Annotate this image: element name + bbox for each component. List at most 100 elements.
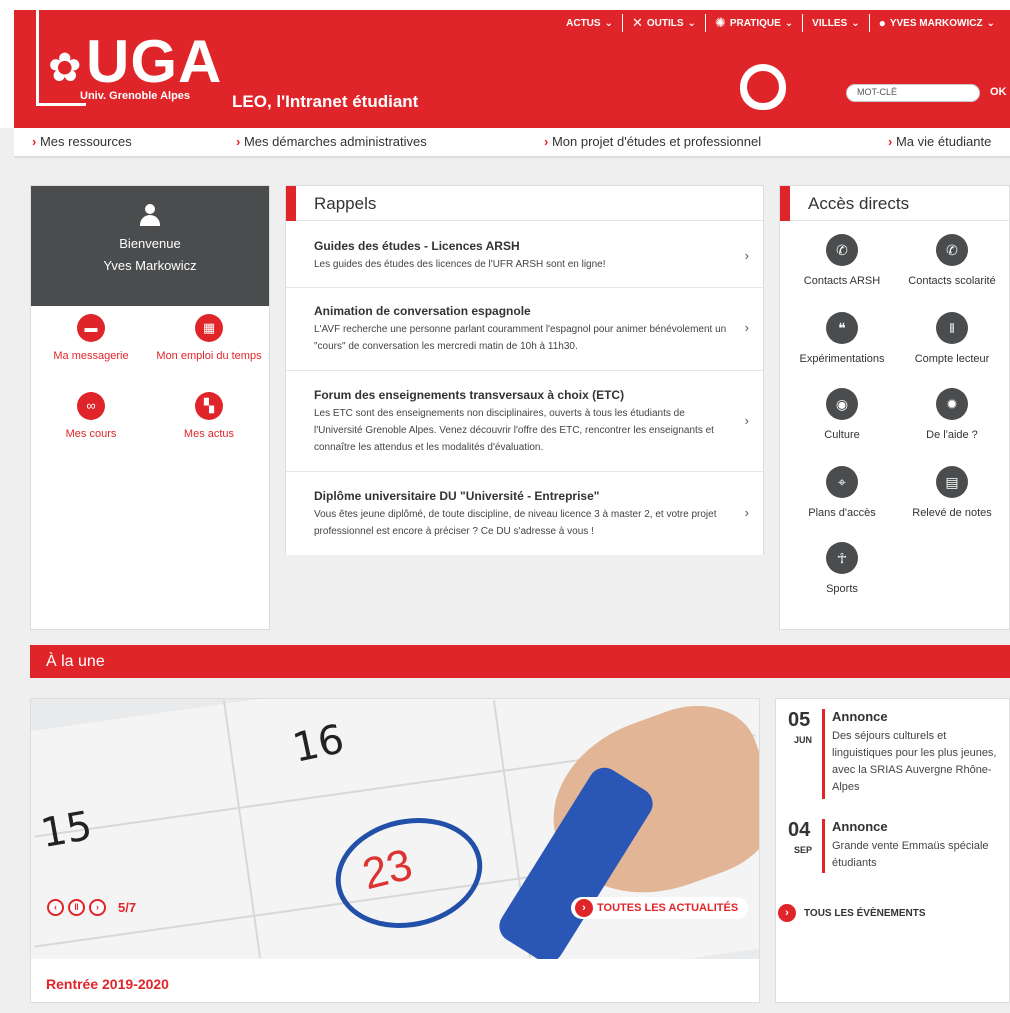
link-icon: ∞: [77, 392, 105, 420]
search-ok-button[interactable]: OK: [990, 86, 1007, 98]
rappel-item[interactable]: Diplôme universitaire DU "Université - E…: [286, 472, 763, 555]
topnav-outils-label: OUTILS: [646, 17, 684, 29]
rappel-item[interactable]: Animation de conversation espagnole L'AV…: [286, 288, 763, 371]
site-title[interactable]: LEO, l'Intranet étudiant: [232, 92, 418, 112]
event-desc: Grande vente Emmaüs spéciale étudiants: [832, 840, 989, 869]
shortcut-emploi-du-temps[interactable]: ▦ Mon emploi du temps: [149, 314, 269, 362]
top-nav: ACTUS ⌄ ✕ OUTILS ⌄ ✺ PRATIQUE ⌄ VILLES ⌄ ● YVES…: [557, 14, 1004, 32]
phone-icon: ✆: [826, 234, 858, 266]
topnav-pratique[interactable]: ✺ PRATIQUE ⌄: [706, 14, 804, 32]
topnav-villes-label: VILLES: [812, 17, 848, 29]
acces-contacts-scolarite[interactable]: ✆ Contacts scolarité: [894, 234, 1009, 287]
a-la-une-bar: À la une: [30, 645, 1010, 678]
acces-label: Plans d'accès: [808, 507, 876, 519]
rappel-desc: Vous êtes jeune diplômé, de toute discip…: [314, 509, 717, 537]
user-name: Yves Markowicz: [103, 258, 197, 273]
user-welcome: Bienvenue Yves Markowicz: [31, 186, 269, 306]
acces-label: Expérimentations: [799, 353, 885, 365]
nav-vie-etudiante[interactable]: › Ma vie étudiante: [888, 134, 991, 149]
sun-icon: ✺: [714, 15, 726, 30]
shortcut-actus[interactable]: ▚ Mes actus: [149, 392, 269, 440]
acces-experimentations[interactable]: ❝ Expérimentations: [784, 312, 900, 365]
acces-label: Culture: [824, 429, 860, 441]
chevron-right-icon: ›: [236, 134, 241, 149]
rappel-item[interactable]: Forum des enseignements transversaux à c…: [286, 371, 763, 472]
nav-label: Mes démarches administratives: [243, 134, 427, 149]
topnav-villes[interactable]: VILLES ⌄: [803, 14, 870, 32]
nav-mes-ressources[interactable]: › Mes ressources: [32, 134, 132, 149]
user-icon: ●: [878, 16, 886, 30]
rappel-item[interactable]: Guides des études - Licences ARSH Les gu…: [286, 221, 763, 288]
pause-icon[interactable]: ‖: [68, 899, 85, 916]
acces-plans[interactable]: ⌖ Plans d'accès: [784, 466, 900, 519]
acces-directs-panel: Accès directs ✆ Contacts ARSH ✆ Contacts s…: [779, 185, 1010, 630]
slide-counter: 5/7: [118, 900, 137, 915]
rappel-desc: Les ETC sont des enseignements non disci…: [314, 408, 714, 453]
eye-icon: ◉: [826, 388, 858, 420]
logo-text: UGA: [86, 28, 223, 95]
rappel-title: Forum des enseignements transversaux à c…: [314, 388, 625, 402]
shortcut-messagerie[interactable]: ▬ Ma messagerie: [31, 314, 151, 362]
acces-culture[interactable]: ◉ Culture: [784, 388, 900, 441]
calendar-icon: ▦: [195, 314, 223, 342]
chevron-right-icon: ›: [32, 134, 37, 149]
welcome-text: Bienvenue: [119, 236, 181, 251]
tous-evenements-link[interactable]: › TOUS LES ÉVÈNEMENTS: [778, 904, 926, 922]
nav-demarches[interactable]: › Mes démarches administratives: [236, 134, 427, 149]
event-item[interactable]: 05 JUN Annonce Des séjours culturels et …: [776, 709, 1009, 809]
chevron-down-icon: ⌄: [784, 17, 794, 29]
topnav-outils[interactable]: ✕ OUTILS ⌄: [623, 14, 706, 32]
acces-label: Contacts scolarité: [908, 275, 996, 287]
acces-compte-lecteur[interactable]: ‖ Compte lecteur: [894, 312, 1009, 365]
topnav-user-label: YVES MARKOWICZ: [889, 17, 983, 29]
nav-projet[interactable]: › Mon projet d'études et professionnel: [544, 134, 761, 149]
acces-label: Compte lecteur: [914, 353, 990, 365]
acces-label: Sports: [826, 583, 858, 595]
event-month: SEP: [793, 845, 812, 855]
phone-icon: ✆: [936, 234, 968, 266]
tous-evenements-label: TOUS LES ÉVÈNEMENTS: [804, 907, 926, 919]
nav-label: Ma vie étudiante: [895, 134, 992, 149]
shortcut-cours[interactable]: ∞ Mes cours: [31, 392, 151, 440]
slider-controls: ‹ ‖ › 5/7: [47, 899, 136, 916]
event-item[interactable]: 04 SEP Annonce Grande vente Emmaüs spéci…: [776, 819, 1009, 879]
chevron-right-icon: ›: [744, 248, 749, 263]
chevron-down-icon: ⌄: [687, 17, 696, 29]
message-icon: ▬: [77, 314, 105, 342]
chevron-right-icon: ›: [744, 413, 749, 428]
chevron-right-icon: ›: [888, 134, 893, 149]
rappel-title: Animation de conversation espagnole: [314, 304, 531, 318]
nav-label: Mes ressources: [39, 134, 132, 149]
calendar-photo[interactable]: 16 15 23: [31, 699, 759, 959]
acces-sports[interactable]: ☥ Sports: [784, 542, 900, 595]
prev-icon[interactable]: ‹: [47, 899, 64, 916]
acces-title: Accès directs: [808, 194, 910, 213]
topnav-pratique-label: PRATIQUE: [729, 17, 781, 29]
search-input[interactable]: MOT-CLÉ: [846, 84, 980, 102]
main-nav: › Mes ressources › Mes démarches adminis…: [14, 128, 1010, 158]
chevron-right-icon: ›: [575, 899, 593, 917]
chevron-right-icon: ›: [544, 134, 549, 149]
toutes-actualites-button[interactable]: › TOUTES LES ACTUALITÉS: [571, 897, 749, 919]
shortcut-label: Mes actus: [183, 428, 235, 440]
shortcut-label: Mes cours: [65, 428, 117, 440]
acces-releve-notes[interactable]: ▤ Relevé de notes: [894, 466, 1009, 519]
toutes-label: TOUTES LES ACTUALITÉS: [597, 902, 739, 914]
event-day: 04: [788, 819, 811, 841]
shortcut-label: Mon emploi du temps: [156, 350, 262, 362]
acces-aide[interactable]: ✹ De l'aide ?: [894, 388, 1009, 441]
nav-label: Mon projet d'études et professionnel: [551, 134, 762, 149]
featured-title[interactable]: Rentrée 2019-2020: [46, 976, 169, 992]
acces-contacts-arsh[interactable]: ✆ Contacts ARSH: [784, 234, 900, 287]
next-icon[interactable]: ›: [89, 899, 106, 916]
topnav-actus[interactable]: ACTUS ⌄: [557, 14, 623, 32]
chevron-down-icon: ⌄: [986, 17, 995, 29]
topnav-user[interactable]: ● YVES MARKOWICZ ⌄: [870, 14, 1004, 32]
logo-subtitle: Univ. Grenoble Alpes: [80, 90, 191, 102]
event-desc: Des séjours culturels et linguistiques p…: [832, 730, 997, 793]
uga-logo[interactable]: ✿ UGA Univ. Grenoble Alpes: [34, 10, 221, 106]
acces-label: Contacts ARSH: [803, 275, 881, 287]
rappel-desc: Les guides des études des licences de l'…: [314, 259, 606, 270]
event-day: 05: [788, 709, 811, 731]
topnav-actus-label: ACTUS: [566, 17, 601, 29]
